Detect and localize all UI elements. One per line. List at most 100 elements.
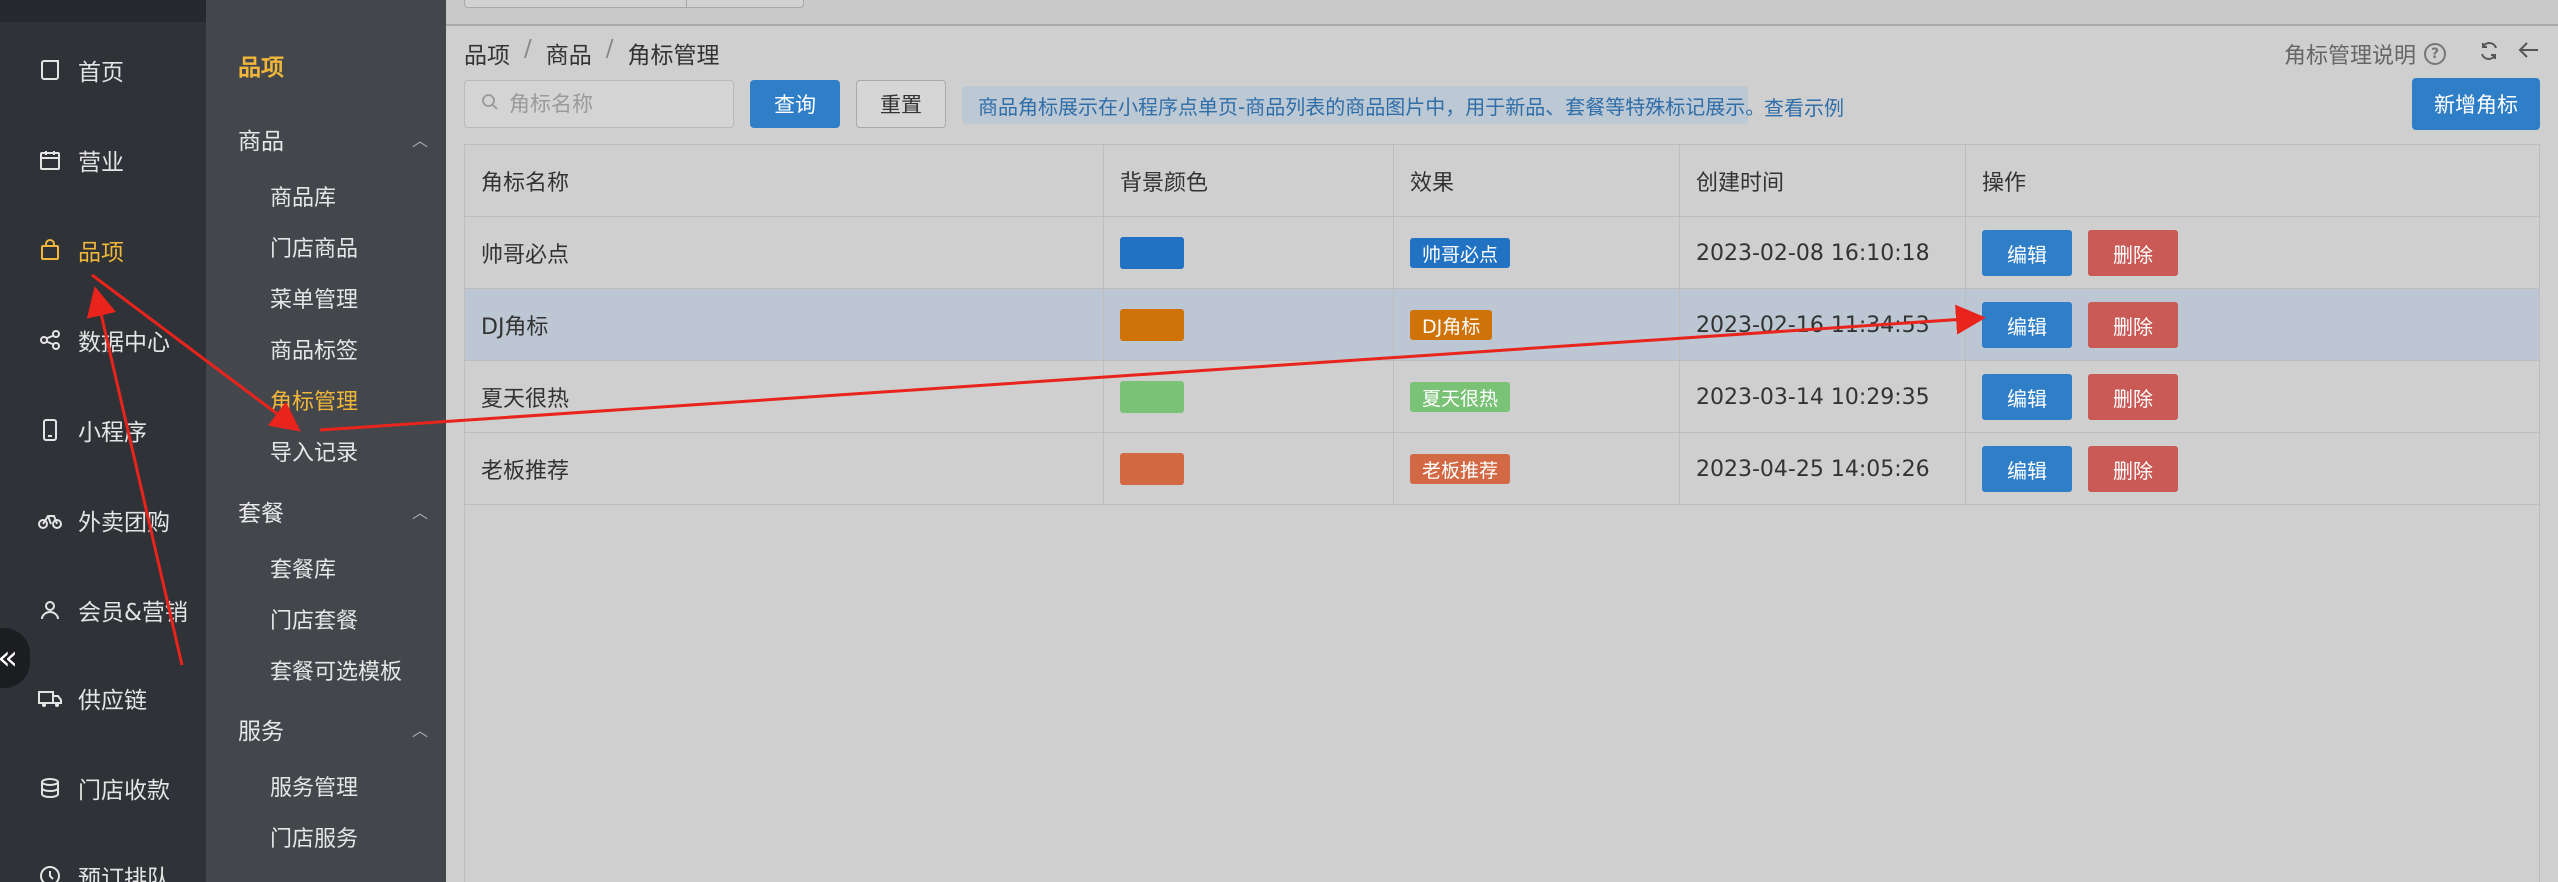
breadcrumb-item[interactable]: 商品 (546, 36, 592, 70)
sidebar-item-label: 会员&营销 (78, 600, 188, 626)
view-example-link[interactable]: 查看示例 (1764, 92, 1844, 121)
menu-group-products[interactable]: 商品 ︿ (238, 122, 428, 156)
user-icon (36, 596, 64, 624)
edit-button[interactable]: 编辑 (1982, 374, 2072, 420)
bg-color-cell (1104, 361, 1394, 433)
bg-color-cell (1104, 433, 1394, 505)
clock-icon (36, 862, 64, 882)
home-icon (36, 56, 64, 84)
breadcrumb-separator: / (524, 36, 532, 62)
column-header: 操作 (1982, 171, 2027, 196)
refresh-icon[interactable] (2478, 40, 2500, 68)
sidebar-item-home[interactable]: 首页 (0, 40, 206, 100)
actions-cell: 编辑 删除 (1966, 217, 2539, 289)
column-header: 背景颜色 (1104, 145, 1394, 217)
back-arrow-icon[interactable] (2518, 38, 2540, 68)
search-icon (481, 93, 499, 115)
created-time-cell: 2023-02-16 11:34:53 (1680, 289, 1966, 361)
bag-icon (36, 236, 64, 264)
column-header: 角标名称 (465, 145, 1104, 217)
delete-button[interactable]: 删除 (2088, 230, 2178, 276)
sidebar-item-products[interactable]: 品项 (0, 220, 206, 280)
sidebar-item-business[interactable]: 营业 (0, 130, 206, 190)
sidebar-item-reservation[interactable]: 预订排队 (0, 846, 206, 882)
sidebar-item-supply-chain[interactable]: 供应链 (0, 668, 206, 728)
created-time-cell: 2023-03-14 10:29:35 (1680, 361, 1966, 433)
table-row: 老板推荐 老板推荐 2023-04-25 14:05:26 编辑 删除 (465, 433, 2539, 505)
badge-name-cell: DJ角标 (465, 289, 1104, 361)
badge-name-cell: 帅哥必点 (465, 217, 1104, 289)
effect-cell: 老板推荐 (1394, 433, 1680, 505)
breadcrumb: 品项 / 商品 / 角标管理 (464, 36, 720, 70)
menu-item-combo-library[interactable]: 套餐库 (270, 552, 336, 584)
primary-sidebar: 首页 营业 品项 数据中心 小程序 外卖团购 会员&营销 供应链 门店收款 预订… (0, 0, 206, 882)
main-content: 品项 / 商品 / 角标管理 角标管理说明 ? 查询 重置 商品角标展示在小程序… (446, 0, 2558, 882)
menu-item-menu-management[interactable]: 菜单管理 (270, 282, 358, 314)
edit-button[interactable]: 编辑 (1982, 302, 2072, 348)
add-badge-button[interactable]: 新增角标 (2412, 78, 2540, 130)
menu-item-product-tags[interactable]: 商品标签 (270, 333, 358, 365)
breadcrumb-separator: / (605, 36, 614, 62)
menu-item-store-products[interactable]: 门店商品 (270, 231, 358, 263)
column-header: 创建时间 (1680, 145, 1966, 217)
sidebar-item-store-payment[interactable]: 门店收款 (0, 758, 206, 818)
table-row: 夏天很热 夏天很热 2023-03-14 10:29:35 编辑 删除 (465, 361, 2539, 433)
menu-group-services[interactable]: 服务 ︿ (238, 712, 428, 746)
badge-name-cell: 夏天很热 (465, 361, 1104, 433)
menu-item-store-services[interactable]: 门店服务 (270, 821, 358, 853)
effect-cell: 夏天很热 (1394, 361, 1680, 433)
sidebar-item-mini-program[interactable]: 小程序 (0, 400, 206, 460)
badge-preview: DJ角标 (1410, 310, 1493, 340)
help-label: 角标管理说明 (2283, 44, 2416, 69)
share-icon (36, 326, 64, 354)
sidebar-top-strip (0, 0, 206, 22)
actions-cell: 编辑 删除 (1966, 361, 2539, 433)
menu-item-store-combos[interactable]: 门店套餐 (270, 603, 358, 635)
chevron-up-icon: ︿ (411, 131, 428, 150)
query-button[interactable]: 查询 (750, 80, 840, 128)
color-swatch (1120, 309, 1184, 341)
sidebar-item-label: 供应链 (78, 688, 147, 714)
menu-group-label: 服务 (238, 719, 284, 745)
double-chevron-left-icon: « (0, 638, 18, 678)
delete-button[interactable]: 删除 (2088, 302, 2178, 348)
breadcrumb-item[interactable]: 品项 (464, 36, 510, 70)
menu-item-service-management[interactable]: 服务管理 (270, 770, 358, 802)
sidebar-item-data-center[interactable]: 数据中心 (0, 310, 206, 370)
question-circle-icon: ? (2424, 43, 2446, 65)
effect-cell: 帅哥必点 (1394, 217, 1680, 289)
table-row: DJ角标 DJ角标 2023-02-16 11:34:53 编辑 删除 (465, 289, 2539, 361)
menu-item-product-library[interactable]: 商品库 (270, 180, 336, 212)
delete-button[interactable]: 删除 (2088, 374, 2178, 420)
badge-preview: 老板推荐 (1410, 454, 1511, 484)
menu-item-combo-templates[interactable]: 套餐可选模板 (270, 654, 402, 686)
badge-preview: 帅哥必点 (1410, 238, 1511, 268)
sidebar-item-members[interactable]: 会员&营销 (0, 580, 206, 640)
sidebar-item-delivery[interactable]: 外卖团购 (0, 490, 206, 550)
menu-item-import-records[interactable]: 导入记录 (270, 435, 358, 467)
tab-divider (686, 0, 806, 8)
sidebar-item-label: 营业 (78, 150, 124, 176)
badge-name-search[interactable] (464, 80, 734, 128)
chevron-up-icon: ︿ (411, 503, 428, 522)
edit-button[interactable]: 编辑 (1982, 230, 2072, 276)
badge-preview: 夏天很热 (1410, 382, 1511, 412)
sidebar-item-label: 门店收款 (78, 778, 170, 804)
table-header: 角标名称 背景颜色 效果 创建时间 操作 (465, 145, 2539, 217)
menu-item-badge-management[interactable]: 角标管理 (270, 384, 358, 416)
chevron-up-icon: ︿ (411, 721, 428, 740)
actions-cell: 编辑 删除 (1966, 289, 2539, 361)
menu-group-combos[interactable]: 套餐 ︿ (238, 494, 428, 528)
effect-cell: DJ角标 (1394, 289, 1680, 361)
badge-name-cell: 老板推荐 (465, 433, 1104, 505)
delete-button[interactable]: 删除 (2088, 446, 2178, 492)
info-notice: 商品角标展示在小程序点单页-商品列表的商品图片中，用于新品、套餐等特殊标记展示。 (962, 86, 1765, 124)
reset-button[interactable]: 重置 (856, 80, 946, 128)
search-input[interactable] (509, 92, 729, 116)
top-tab-strip (446, 0, 2558, 26)
phone-icon (36, 416, 64, 444)
secondary-sidebar: 品项 商品 ︿ 商品库 门店商品 菜单管理 商品标签 角标管理 导入记录 套餐 … (206, 0, 446, 882)
section-title: 品项 (238, 55, 284, 81)
help-link[interactable]: 角标管理说明 ? (2284, 38, 2446, 70)
edit-button[interactable]: 编辑 (1982, 446, 2072, 492)
